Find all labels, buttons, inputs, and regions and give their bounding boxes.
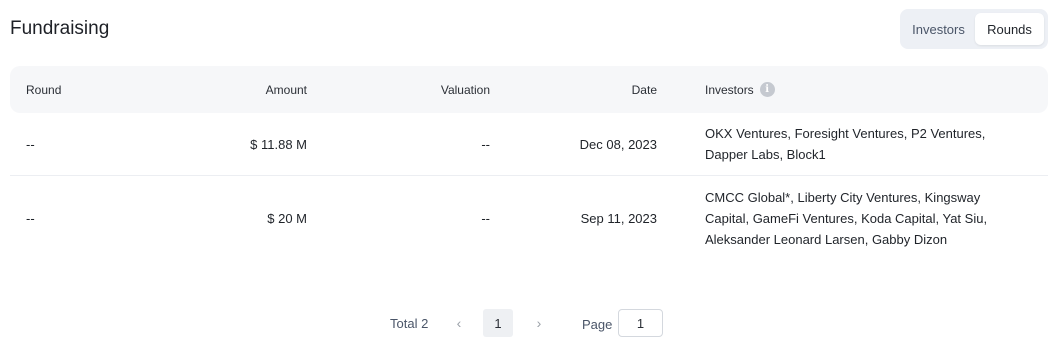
date-cell: Sep 11, 2023 bbox=[580, 210, 657, 226]
chevron-right-icon[interactable]: › bbox=[532, 309, 546, 337]
page-jump-input[interactable] bbox=[618, 309, 663, 337]
round-cell: -- bbox=[26, 210, 35, 226]
investors-cell: CMCC Global*, Liberty City Ventures, Kin… bbox=[705, 176, 1015, 260]
rounds-tab[interactable]: Rounds bbox=[975, 13, 1044, 45]
round-cell: -- bbox=[26, 136, 35, 152]
date-cell: Dec 08, 2023 bbox=[579, 136, 657, 152]
table-row: -- $ 20 M -- Sep 11, 2023 CMCC Global*, … bbox=[10, 176, 1048, 260]
column-header-round: Round bbox=[26, 82, 62, 97]
column-header-amount: Amount bbox=[265, 82, 307, 97]
investors-tab[interactable]: Investors bbox=[904, 13, 973, 45]
info-icon[interactable]: i bbox=[759, 82, 775, 97]
valuation-cell: -- bbox=[481, 210, 490, 226]
amount-cell: $ 11.88 M bbox=[250, 136, 307, 152]
investors-list: OKX Ventures, Foresight Ventures, P2 Ven… bbox=[705, 126, 986, 162]
table-row: -- $ 11.88 M -- Dec 08, 2023 OKX Venture… bbox=[10, 113, 1048, 175]
page-jump-wrapper bbox=[618, 309, 663, 337]
amount-cell: $ 20 M bbox=[267, 210, 307, 226]
column-header-date: Date bbox=[631, 82, 657, 97]
column-header-investors-label: Investors bbox=[705, 82, 754, 97]
investors-list: CMCC Global*, Liberty City Ventures, Kin… bbox=[705, 189, 988, 247]
page-title: Fundraising bbox=[10, 18, 110, 39]
chevron-left-icon[interactable]: ‹ bbox=[452, 309, 466, 337]
page-number-button[interactable]: 1 bbox=[483, 309, 513, 337]
column-header-investors: Investors i bbox=[705, 66, 775, 113]
investors-cell: OKX Ventures, Foresight Ventures, P2 Ven… bbox=[705, 113, 1015, 175]
page-jump-label: Page bbox=[582, 316, 613, 332]
pagination: Total 2 ‹ 1 › Page bbox=[0, 309, 1064, 337]
column-header-valuation: Valuation bbox=[440, 82, 490, 97]
view-toggle: Investors Rounds bbox=[900, 9, 1048, 49]
valuation-cell: -- bbox=[481, 136, 490, 152]
table-header: Round Amount Valuation Date Investors i bbox=[10, 66, 1048, 113]
total-count: Total 2 bbox=[390, 315, 429, 331]
